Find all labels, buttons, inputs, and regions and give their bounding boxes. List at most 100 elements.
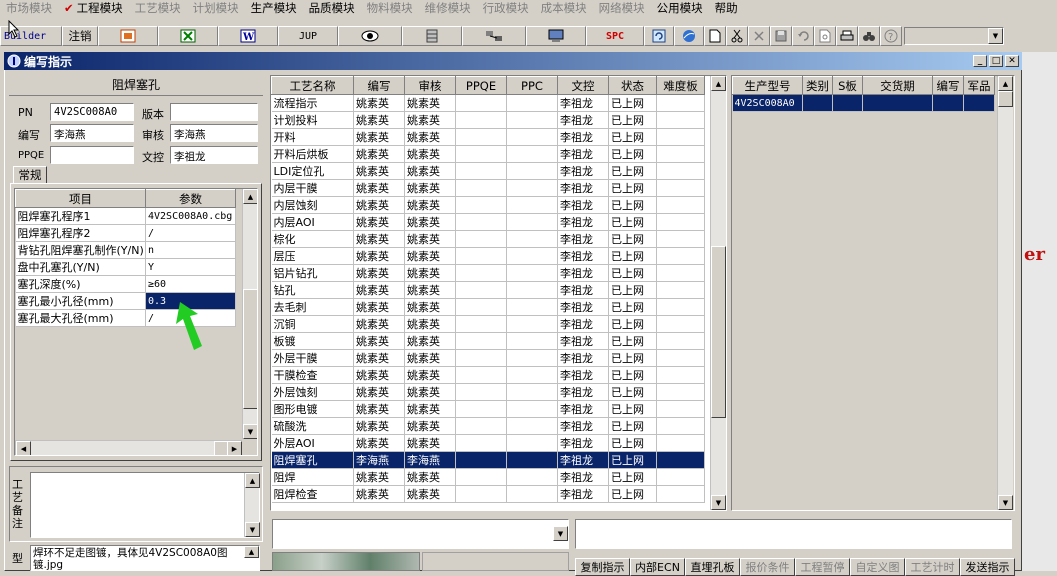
process-col-header[interactable]: 难度板 <box>656 76 705 95</box>
view-button[interactable] <box>338 26 402 46</box>
menu-item-12[interactable]: 帮助 <box>709 0 744 16</box>
process-row[interactable]: 内层干膜 姚素英 姚素英 李祖龙 已上网 <box>271 179 705 197</box>
param-row[interactable]: 背钻孔阻焊塞孔制作(Y/N) n <box>15 241 236 259</box>
remark-textarea[interactable]: ▲ ▼ <box>30 472 260 538</box>
params-hscrollbar[interactable]: ◀ ▶ <box>15 440 242 455</box>
process-row[interactable]: 图形电镀 姚素英 姚素英 李祖龙 已上网 <box>271 400 705 418</box>
ppqe-field[interactable] <box>50 146 134 164</box>
remark-scrollbar[interactable]: ▲ ▼ <box>244 473 260 537</box>
print-button[interactable] <box>836 26 858 46</box>
doc-control-field[interactable]: 李祖龙 <box>170 146 258 164</box>
process-col-header[interactable]: PPQE <box>455 76 507 95</box>
tab-general[interactable]: 常规 <box>13 166 47 184</box>
version-field[interactable] <box>170 103 258 121</box>
process-col-header[interactable]: 编写 <box>353 76 405 95</box>
model-col-header[interactable]: 生产型号 <box>732 76 803 95</box>
bottom-button-6[interactable]: 工艺计时 <box>905 558 960 576</box>
delete-button[interactable] <box>748 26 770 46</box>
menu-item-0[interactable]: 市场模块 <box>0 0 58 16</box>
menu-item-4[interactable]: 生产模块 <box>245 0 303 16</box>
network-button[interactable] <box>462 26 526 46</box>
menu-item-9[interactable]: 成本模块 <box>535 0 593 16</box>
process-row[interactable]: 去毛刺 姚素英 姚素英 李祖龙 已上网 <box>271 298 705 316</box>
scroll-down-icon[interactable]: ▼ <box>245 522 260 537</box>
param-value[interactable]: 4V2SC008A0.cbg <box>145 207 236 225</box>
bottom-button-4[interactable]: 工程暂停 <box>795 558 850 576</box>
process-row[interactable]: 板镀 姚素英 姚素英 李祖龙 已上网 <box>271 332 705 350</box>
scroll-right-icon[interactable]: ▶ <box>227 441 242 455</box>
model-row[interactable]: 4V2SC008A0 <box>732 94 995 112</box>
model-vscrollbar[interactable]: ▲ ▼ <box>997 76 1013 510</box>
help-button[interactable]: ? <box>880 26 902 46</box>
param-row[interactable]: 阻焊塞孔程序1 4V2SC008A0.cbg <box>15 207 236 225</box>
undo-button[interactable] <box>792 26 814 46</box>
minimize-button[interactable]: _ <box>973 55 987 67</box>
word-button[interactable]: W <box>218 26 278 46</box>
param-row[interactable]: 盘中孔塞孔(Y/N) Y <box>15 258 236 276</box>
process-row[interactable]: 沉铜 姚素英 姚素英 李祖龙 已上网 <box>271 315 705 333</box>
process-row[interactable]: 干膜检查 姚素英 姚素英 李祖龙 已上网 <box>271 366 705 384</box>
scroll-down-icon[interactable]: ▼ <box>243 424 257 439</box>
author-field[interactable]: 李海燕 <box>50 124 134 142</box>
computer-button[interactable] <box>526 26 586 46</box>
scroll-thumb[interactable] <box>243 289 257 409</box>
menu-item-1[interactable]: ✔ 工程模块 <box>58 0 129 16</box>
spc-button[interactable]: SPC <box>586 26 644 46</box>
model-col-header[interactable]: 军品 <box>963 76 995 95</box>
globe-button[interactable] <box>674 26 704 46</box>
process-row[interactable]: 阻焊 姚素英 姚素英 李祖龙 已上网 <box>271 468 705 486</box>
process-row[interactable]: 阻焊检查 姚素英 姚素英 李祖龙 已上网 <box>271 485 705 503</box>
maximize-button[interactable]: □ <box>989 55 1003 67</box>
left-bottom-combo[interactable]: ▼ <box>272 519 569 549</box>
find-button[interactable] <box>858 26 880 46</box>
model-col-header[interactable]: 类别 <box>802 76 833 95</box>
model-col-header[interactable]: 交货期 <box>862 76 933 95</box>
process-scroll-thumb[interactable] <box>711 246 726 418</box>
params-vscrollbar[interactable]: ▲ ▼ <box>242 189 257 439</box>
refresh-button[interactable] <box>644 26 674 46</box>
reviewer-field[interactable]: 李海燕 <box>170 124 258 142</box>
process-row[interactable]: 流程指示 姚素英 姚素英 李祖龙 已上网 <box>271 94 705 112</box>
param-row[interactable]: 塞孔深度(%) ≥60 <box>15 275 236 293</box>
process-row[interactable]: 棕化 姚素英 姚素英 李祖龙 已上网 <box>271 230 705 248</box>
preview-button[interactable] <box>814 26 836 46</box>
scroll-up-icon[interactable]: ▲ <box>245 473 260 488</box>
param-value[interactable]: n <box>145 241 236 259</box>
close-button[interactable]: ✕ <box>1005 55 1019 67</box>
menu-item-2[interactable]: 工艺模块 <box>129 0 187 16</box>
process-vscrollbar[interactable]: ▲ ▼ <box>710 76 726 510</box>
process-row[interactable]: 开料后烘板 姚素英 姚素英 李祖龙 已上网 <box>271 145 705 163</box>
scroll-up-icon[interactable]: ▲ <box>243 189 257 204</box>
menu-item-6[interactable]: 物料模块 <box>361 0 419 16</box>
bottom-button-3[interactable]: 报价条件 <box>740 558 795 576</box>
scroll-up-icon[interactable]: ▲ <box>711 76 726 91</box>
process-col-header[interactable]: PPC <box>506 76 558 95</box>
param-value[interactable]: / <box>145 224 236 242</box>
process-row[interactable]: 层压 姚素英 姚素英 李祖龙 已上网 <box>271 247 705 265</box>
process-row[interactable]: 内层AOI 姚素英 姚素英 李祖龙 已上网 <box>271 213 705 231</box>
process-row[interactable]: 阻焊塞孔 李海燕 李海燕 李祖龙 已上网 <box>271 451 705 469</box>
database-button[interactable] <box>402 26 462 46</box>
powerpoint-button[interactable] <box>98 26 158 46</box>
bottom-button-2[interactable]: 直埋孔板 <box>685 558 740 576</box>
process-col-header[interactable]: 状态 <box>608 76 657 95</box>
logout-button[interactable]: 注销 <box>62 26 98 46</box>
chevron-down-icon[interactable]: ▼ <box>553 526 568 541</box>
scroll-up-icon[interactable]: ▲ <box>998 76 1013 91</box>
menu-item-3[interactable]: 计划模块 <box>187 0 245 16</box>
jup-button[interactable]: JUP <box>278 26 338 46</box>
param-row[interactable]: 阻焊塞孔程序2/ <box>15 224 236 242</box>
cut-button[interactable] <box>726 26 748 46</box>
scroll-up-icon[interactable]: ▲ <box>244 546 259 558</box>
process-col-header[interactable]: 审核 <box>404 76 456 95</box>
model-col-header[interactable]: S板 <box>832 76 863 95</box>
scroll-down-icon[interactable]: ▼ <box>998 495 1013 510</box>
hscroll-thumb[interactable] <box>214 441 228 455</box>
process-row[interactable]: 铝片钻孔 姚素英 姚素英 李祖龙 已上网 <box>271 264 705 282</box>
col-header-param[interactable]: 参数 <box>145 189 236 208</box>
bottom-button-5[interactable]: 自定义图 <box>850 558 905 576</box>
menu-item-8[interactable]: 行政模块 <box>477 0 535 16</box>
menu-item-5[interactable]: 品质模块 <box>303 0 361 16</box>
process-row[interactable]: LDI定位孔 姚素英 姚素英 李祖龙 已上网 <box>271 162 705 180</box>
excel-button[interactable] <box>158 26 218 46</box>
